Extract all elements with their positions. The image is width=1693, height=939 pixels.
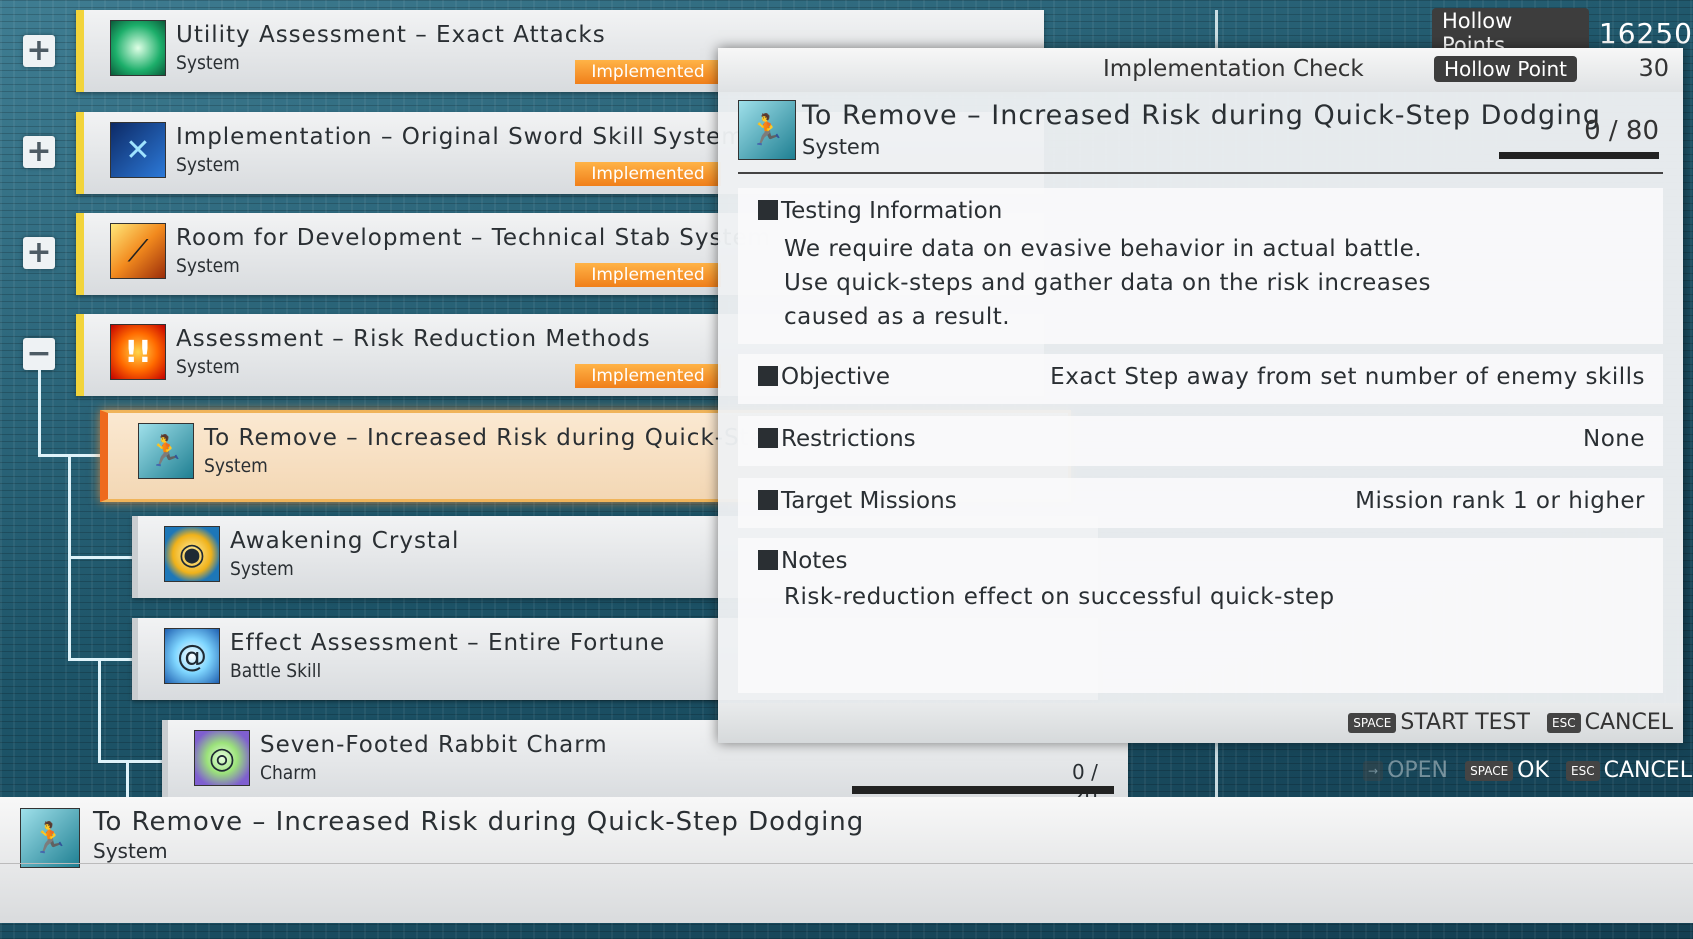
- start-test-label: START TEST: [1400, 710, 1530, 735]
- restrictions-label: Restrictions: [758, 426, 916, 452]
- testing-info-line: We require data on evasive behavior in a…: [784, 236, 1423, 262]
- target-missions-section: Target Missions Mission rank 1 or higher: [738, 478, 1663, 528]
- hollow-point-pill: Hollow Point: [1434, 56, 1577, 82]
- divider: [0, 863, 1693, 864]
- cancel-button[interactable]: ESC CANCEL: [1547, 710, 1673, 735]
- tree-line: [126, 760, 129, 797]
- skill-category: System: [230, 558, 294, 580]
- status-badge: Implemented: [575, 162, 721, 186]
- divider: [738, 172, 1663, 174]
- cancel-button[interactable]: ESC CANCEL: [1566, 758, 1692, 783]
- tree-line: [98, 658, 101, 762]
- skill-category: System: [176, 356, 240, 378]
- skill-category: System: [204, 455, 268, 477]
- tree-line: [68, 556, 132, 559]
- skill-title: Assessment – Risk Reduction Methods: [176, 326, 651, 352]
- esc-key-icon: ESC: [1566, 760, 1600, 781]
- skill-title: Utility Assessment – Exact Attacks: [176, 22, 606, 48]
- objective-label: Objective: [758, 364, 890, 390]
- start-test-button[interactable]: SPACE START TEST: [1348, 710, 1547, 735]
- skill-title: Awakening Crystal: [230, 528, 460, 554]
- target-missions-value: Mission rank 1 or higher: [1355, 488, 1645, 514]
- crossed-swords-icon: ✕: [110, 122, 166, 178]
- swirl-icon: [110, 20, 166, 76]
- skill-title: Implementation – Original Sword Skill Sy…: [176, 124, 745, 150]
- info-skill-category: System: [93, 839, 168, 863]
- skill-title: Seven-Footed Rabbit Charm: [260, 732, 608, 758]
- skill-category: System: [176, 255, 240, 277]
- dialog-title: Implementation Check: [1103, 56, 1364, 82]
- expand-plus-icon[interactable]: +: [23, 136, 55, 168]
- hollow-points-value: 16250: [1598, 16, 1693, 50]
- objective-value: Exact Step away from set number of enemy…: [1050, 364, 1645, 390]
- notes-label: Notes: [758, 548, 847, 574]
- arrow-key-icon: →: [1363, 760, 1384, 781]
- notes-section: Notes Risk-reduction effect on successfu…: [738, 538, 1663, 693]
- skill-title: To Remove – Increased Risk during Quick-…: [204, 425, 781, 451]
- status-badge: Implemented: [575, 263, 721, 287]
- space-key-icon: SPACE: [1348, 712, 1397, 733]
- dialog-skill-category: System: [802, 135, 881, 159]
- selected-skill-info-bar: 🏃 To Remove – Increased Risk during Quic…: [0, 797, 1693, 923]
- restrictions-value: None: [1582, 426, 1645, 452]
- dialog-skill-title: To Remove – Increased Risk during Quick-…: [802, 100, 1601, 131]
- skill-progress-bar: [852, 786, 1114, 794]
- testing-info-body: We require data on evasive behavior in a…: [784, 232, 1431, 334]
- crystal-icon: ◉: [164, 526, 220, 582]
- dialog-header: Implementation Check Hollow Point 30: [718, 48, 1683, 92]
- target-missions-label: Target Missions: [758, 488, 957, 514]
- hollow-point-cost: 30: [1638, 54, 1669, 82]
- expand-plus-icon[interactable]: +: [23, 35, 55, 67]
- objective-section: Objective Exact Step away from set numbe…: [738, 354, 1663, 404]
- testing-info-section: Testing Information We require data on e…: [738, 188, 1663, 344]
- status-badge: Implemented: [575, 60, 721, 84]
- collapse-minus-icon[interactable]: −: [23, 338, 55, 370]
- notes-text: Risk-reduction effect on successful quic…: [784, 584, 1335, 610]
- charm-orb-icon: ◎: [194, 730, 250, 786]
- cancel-label: CANCEL: [1584, 710, 1673, 735]
- skill-category: Battle Skill: [230, 660, 322, 682]
- stab-blade-icon: ⟋: [110, 223, 166, 279]
- dialog-skill-progress-bar: [1499, 152, 1659, 159]
- ok-label: OK: [1517, 758, 1549, 783]
- tree-line: [98, 760, 162, 763]
- dialog-footer: SPACE START TEST ESC CANCEL: [718, 703, 1683, 743]
- skill-title: Room for Development – Technical Stab Sy…: [176, 225, 772, 251]
- skill-category: System: [176, 52, 240, 74]
- testing-info-label: Testing Information: [758, 198, 1002, 224]
- running-figure-icon: 🏃: [738, 100, 796, 160]
- testing-info-line: Use quick-steps and gather data on the r…: [784, 270, 1431, 296]
- status-badge: Implemented: [575, 364, 721, 388]
- esc-key-icon: ESC: [1547, 712, 1581, 733]
- skill-category: Charm: [260, 762, 317, 784]
- exclamation-warning-icon: !!: [110, 324, 166, 380]
- vortex-icon: @: [164, 628, 220, 684]
- skill-category: System: [176, 154, 240, 176]
- restrictions-section: Restrictions None: [738, 416, 1663, 466]
- testing-info-line: caused as a result.: [784, 304, 1011, 330]
- expand-plus-icon[interactable]: +: [23, 237, 55, 269]
- open-label: OPEN: [1387, 758, 1449, 783]
- dialog-skill-progress: 0 / 80: [1584, 116, 1659, 146]
- running-figure-icon: 🏃: [138, 423, 194, 479]
- tree-line: [38, 370, 41, 456]
- space-key-icon: SPACE: [1465, 760, 1514, 781]
- bg-line: [1215, 740, 1218, 797]
- implementation-check-dialog: Implementation Check Hollow Point 30 🏃 T…: [718, 48, 1683, 743]
- skill-title: Effect Assessment – Entire Fortune: [230, 630, 666, 656]
- dialog-footer-actions: SPACE START TEST ESC CANCEL: [1348, 710, 1673, 735]
- cancel-label: CANCEL: [1603, 758, 1692, 783]
- ok-button[interactable]: SPACE OK: [1465, 758, 1566, 783]
- menu-controls: → OPEN SPACE OK ESC CANCEL: [1363, 758, 1692, 783]
- open-button[interactable]: → OPEN: [1363, 758, 1465, 783]
- running-figure-icon: 🏃: [20, 808, 80, 868]
- info-skill-title: To Remove – Increased Risk during Quick-…: [93, 807, 865, 837]
